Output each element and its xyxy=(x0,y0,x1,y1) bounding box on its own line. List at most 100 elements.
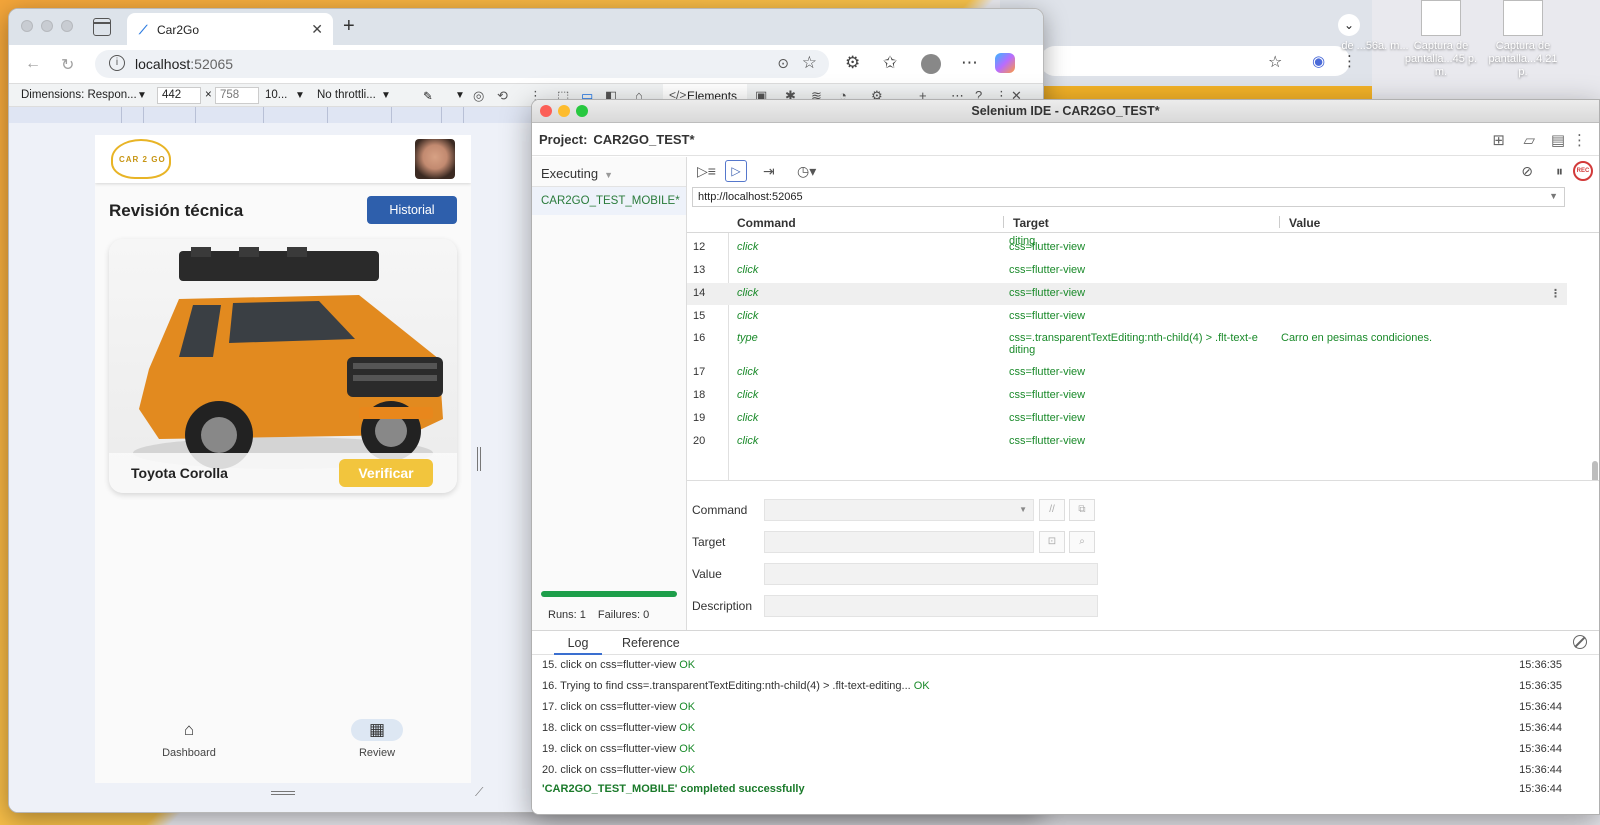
record-button[interactable]: REC xyxy=(1573,161,1593,181)
table-row[interactable]: 12 click css=flutter-view xyxy=(687,237,1567,259)
command-input[interactable]: ▼ xyxy=(764,499,1034,521)
failures-count: Failures: 0 xyxy=(597,609,650,621)
history-button[interactable]: Historial xyxy=(367,196,457,224)
clear-log-icon[interactable] xyxy=(1573,635,1587,649)
project-name[interactable]: CAR2GO_TEST* xyxy=(593,132,694,147)
table-scrollbar[interactable] xyxy=(1592,461,1598,480)
row-number: 12 xyxy=(693,241,706,253)
dropdown-arrow-icon[interactable]: ▼ xyxy=(1549,191,1558,201)
copilot-icon[interactable] xyxy=(995,53,1015,73)
car-card[interactable]: Toyota Corolla Verificar xyxy=(109,239,457,493)
close-window-button[interactable] xyxy=(540,105,552,117)
resize-handle-vertical[interactable] xyxy=(477,447,481,471)
tab-reference[interactable]: Reference xyxy=(622,636,680,650)
background-omnibox xyxy=(1040,46,1350,76)
tab-log[interactable]: Log xyxy=(554,636,602,655)
user-avatar[interactable] xyxy=(415,139,455,179)
new-tab-icon[interactable]: + xyxy=(343,15,355,38)
test-item[interactable]: CAR2GO_TEST_MOBILE* xyxy=(532,187,686,215)
table-row[interactable]: 16 type css=.transparentTextEditing:nth-ch… xyxy=(687,328,1567,362)
minimize-window-button[interactable] xyxy=(41,20,53,32)
dropdown-arrow-icon[interactable]: ▼ xyxy=(295,90,305,101)
target-input[interactable] xyxy=(764,531,1034,553)
maximize-window-button[interactable] xyxy=(61,20,73,32)
step-icon[interactable]: ⇥ xyxy=(763,163,775,180)
height-input[interactable]: 758 xyxy=(215,87,259,104)
dropdown-arrow-icon[interactable]: ▼ xyxy=(137,90,147,101)
find-target-icon[interactable]: ⌕ xyxy=(1069,531,1095,553)
resize-corner-icon[interactable]: ⟋ xyxy=(475,785,483,800)
close-tab-icon[interactable]: ✕ xyxy=(311,21,323,38)
log-text: 18. click on css=flutter-view xyxy=(542,722,680,734)
comment-toggle-icon[interactable]: // xyxy=(1039,499,1065,521)
tab-search-icon[interactable] xyxy=(93,18,111,36)
nav-dashboard[interactable]: ⌂ Dashboard xyxy=(149,719,229,759)
reader-icon[interactable]: ⊙ xyxy=(777,55,789,72)
table-row[interactable]: 19 click css=flutter-view xyxy=(687,408,1567,430)
sensor-icon[interactable]: ✎ xyxy=(423,89,433,103)
table-row[interactable]: 14 click css=flutter-view ⋮ xyxy=(687,283,1567,305)
table-row[interactable]: 20 click css=flutter-view xyxy=(687,431,1567,453)
grid-icon: ▦ xyxy=(351,719,403,741)
description-input[interactable] xyxy=(764,595,1098,617)
save-icon[interactable]: ▤ xyxy=(1551,131,1565,149)
table-row[interactable]: 13 click css=flutter-view xyxy=(687,260,1567,282)
row-target: css=flutter-view xyxy=(1009,366,1086,378)
nav-review[interactable]: ▦ Review xyxy=(337,719,417,759)
row-number: 18 xyxy=(693,389,706,401)
desktop-file[interactable]: Captura de pantalla...4.21 p. xyxy=(1484,0,1562,79)
executing-dropdown[interactable]: Executing ▼ xyxy=(532,157,686,187)
disable-breakpoints-icon[interactable]: ⊘ xyxy=(1521,163,1533,180)
close-window-button[interactable] xyxy=(21,20,33,32)
chevron-down-icon[interactable]: ⌄ xyxy=(1338,14,1360,36)
bookmark-star-icon[interactable]: ☆ xyxy=(802,53,817,73)
background-page-strip xyxy=(1000,86,1372,100)
run-all-icon[interactable]: ▷≡ xyxy=(697,163,716,180)
favorites-icon[interactable]: ✩ xyxy=(883,53,897,73)
dropdown-arrow-icon[interactable]: ▼ xyxy=(381,90,391,101)
width-input[interactable]: 442 xyxy=(157,87,201,104)
log-text: 16. Trying to find css=.transparentTextE… xyxy=(542,680,914,692)
profile-icon[interactable]: ◉ xyxy=(1312,52,1325,70)
eye-icon[interactable]: ◎ xyxy=(473,88,484,104)
more-options-icon[interactable]: ⋯ xyxy=(961,53,978,73)
pause-icon[interactable]: ⏸ xyxy=(1556,163,1563,180)
profile-avatar[interactable] xyxy=(921,54,941,74)
row-command: click xyxy=(737,412,759,424)
select-target-icon[interactable]: ⊡ xyxy=(1039,531,1065,553)
table-row[interactable]: 17 click css=flutter-view xyxy=(687,362,1567,384)
new-project-icon[interactable]: ⊞ xyxy=(1492,131,1505,149)
desktop-file[interactable]: Captura de pantalla...45 p. m. xyxy=(1402,0,1480,79)
base-url-input[interactable]: http://localhost:52065 ▼ xyxy=(692,187,1565,207)
tab-car2go[interactable]: ⟋ Car2Go ✕ xyxy=(127,13,333,45)
maximize-window-button[interactable] xyxy=(576,105,588,117)
more-icon[interactable]: ⋮ xyxy=(1342,52,1357,70)
zoom-select[interactable]: 10... xyxy=(265,89,287,101)
site-info-icon[interactable]: i xyxy=(109,55,125,71)
mobile-app: CAR 2 GO Revisión técnica Historial Toyo… xyxy=(95,135,471,783)
rotate-icon[interactable]: ⟲ xyxy=(497,88,508,104)
back-arrow-icon[interactable]: ← xyxy=(25,55,41,73)
open-docs-icon[interactable]: ⧉ xyxy=(1069,499,1095,521)
run-test-button[interactable]: ▷ xyxy=(725,160,747,182)
resize-handle-horizontal[interactable] xyxy=(271,791,295,795)
value-input[interactable] xyxy=(764,563,1098,585)
open-folder-icon[interactable]: ▱ xyxy=(1523,131,1535,149)
reload-icon[interactable]: ↻ xyxy=(61,55,74,75)
table-row[interactable]: 18 click css=flutter-view xyxy=(687,385,1567,407)
table-row[interactable]: 15 click css=flutter-view xyxy=(687,306,1567,328)
speed-icon[interactable]: ◷▾ xyxy=(797,163,816,180)
more-options-icon[interactable]: ⋮ xyxy=(1572,131,1587,149)
star-icon[interactable]: ☆ xyxy=(1268,52,1282,72)
address-bar[interactable]: i localhost:52065 ⊙ ☆ xyxy=(95,50,829,78)
value-label: Value xyxy=(692,567,722,581)
dropdown-arrow-icon[interactable]: ▼ xyxy=(455,90,465,101)
throttling-select[interactable]: No throttli... xyxy=(317,89,376,101)
dimensions-select[interactable]: Dimensions: Respon... xyxy=(21,89,137,101)
extensions-icon[interactable]: ⚙ xyxy=(845,53,860,73)
desktop-file-label: Captura de pantalla...4.21 p. xyxy=(1488,40,1558,78)
minimize-window-button[interactable] xyxy=(558,105,570,117)
caret-down-icon: ▼ xyxy=(604,170,614,180)
verify-button[interactable]: Verificar xyxy=(339,459,433,487)
row-menu-icon[interactable]: ⋮ xyxy=(1550,287,1561,300)
